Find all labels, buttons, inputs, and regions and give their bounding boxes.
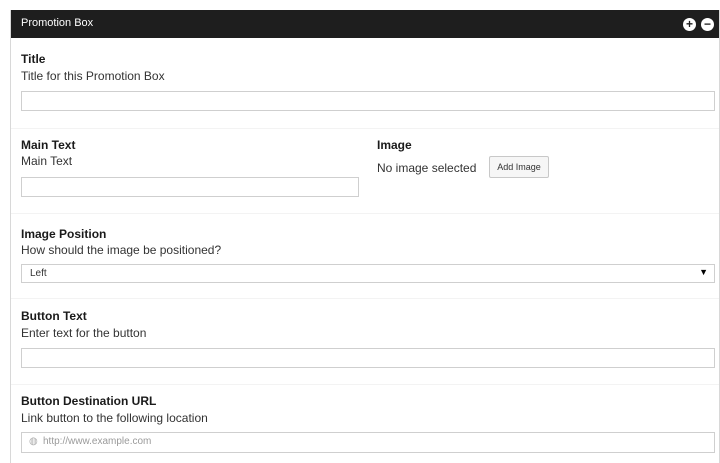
button-url-placeholder: http://www.example.com	[43, 436, 152, 447]
minus-circle-icon[interactable]: −	[701, 18, 714, 31]
title-input[interactable]	[21, 91, 715, 111]
button-text-description: Enter text for the button	[21, 326, 147, 340]
dropdown-caret-icon: ▼	[699, 267, 708, 277]
section-divider	[11, 213, 719, 214]
section-divider	[11, 128, 719, 129]
image-position-selected: Left	[30, 268, 47, 279]
button-text-label: Button Text	[21, 309, 87, 323]
title-label: Title	[21, 52, 46, 66]
button-url-input[interactable]: ◍ http://www.example.com	[21, 432, 715, 453]
panel-header[interactable]: Promotion Box + −	[11, 10, 719, 38]
section-divider	[11, 384, 719, 385]
button-text-input[interactable]	[21, 348, 715, 368]
button-url-description: Link button to the following location	[21, 411, 208, 425]
main-text-label: Main Text	[21, 138, 76, 152]
image-position-select[interactable]: Left ▼	[21, 264, 715, 283]
panel-title: Promotion Box	[21, 17, 94, 29]
main-text-description: Main Text	[21, 154, 73, 168]
plus-circle-icon[interactable]: +	[683, 18, 696, 31]
image-label: Image	[377, 138, 412, 152]
image-position-description: How should the image be positioned?	[21, 243, 222, 257]
image-status: No image selected	[377, 161, 477, 175]
main-text-input[interactable]	[21, 177, 359, 197]
title-description: Title for this Promotion Box	[21, 69, 165, 83]
globe-icon: ◍	[29, 436, 38, 447]
image-position-label: Image Position	[21, 227, 107, 241]
add-image-button[interactable]: Add Image	[489, 156, 549, 178]
button-url-label: Button Destination URL	[21, 394, 157, 408]
promotion-box-panel: Promotion Box + − Title Title for this P…	[10, 10, 720, 463]
section-divider	[11, 298, 719, 299]
